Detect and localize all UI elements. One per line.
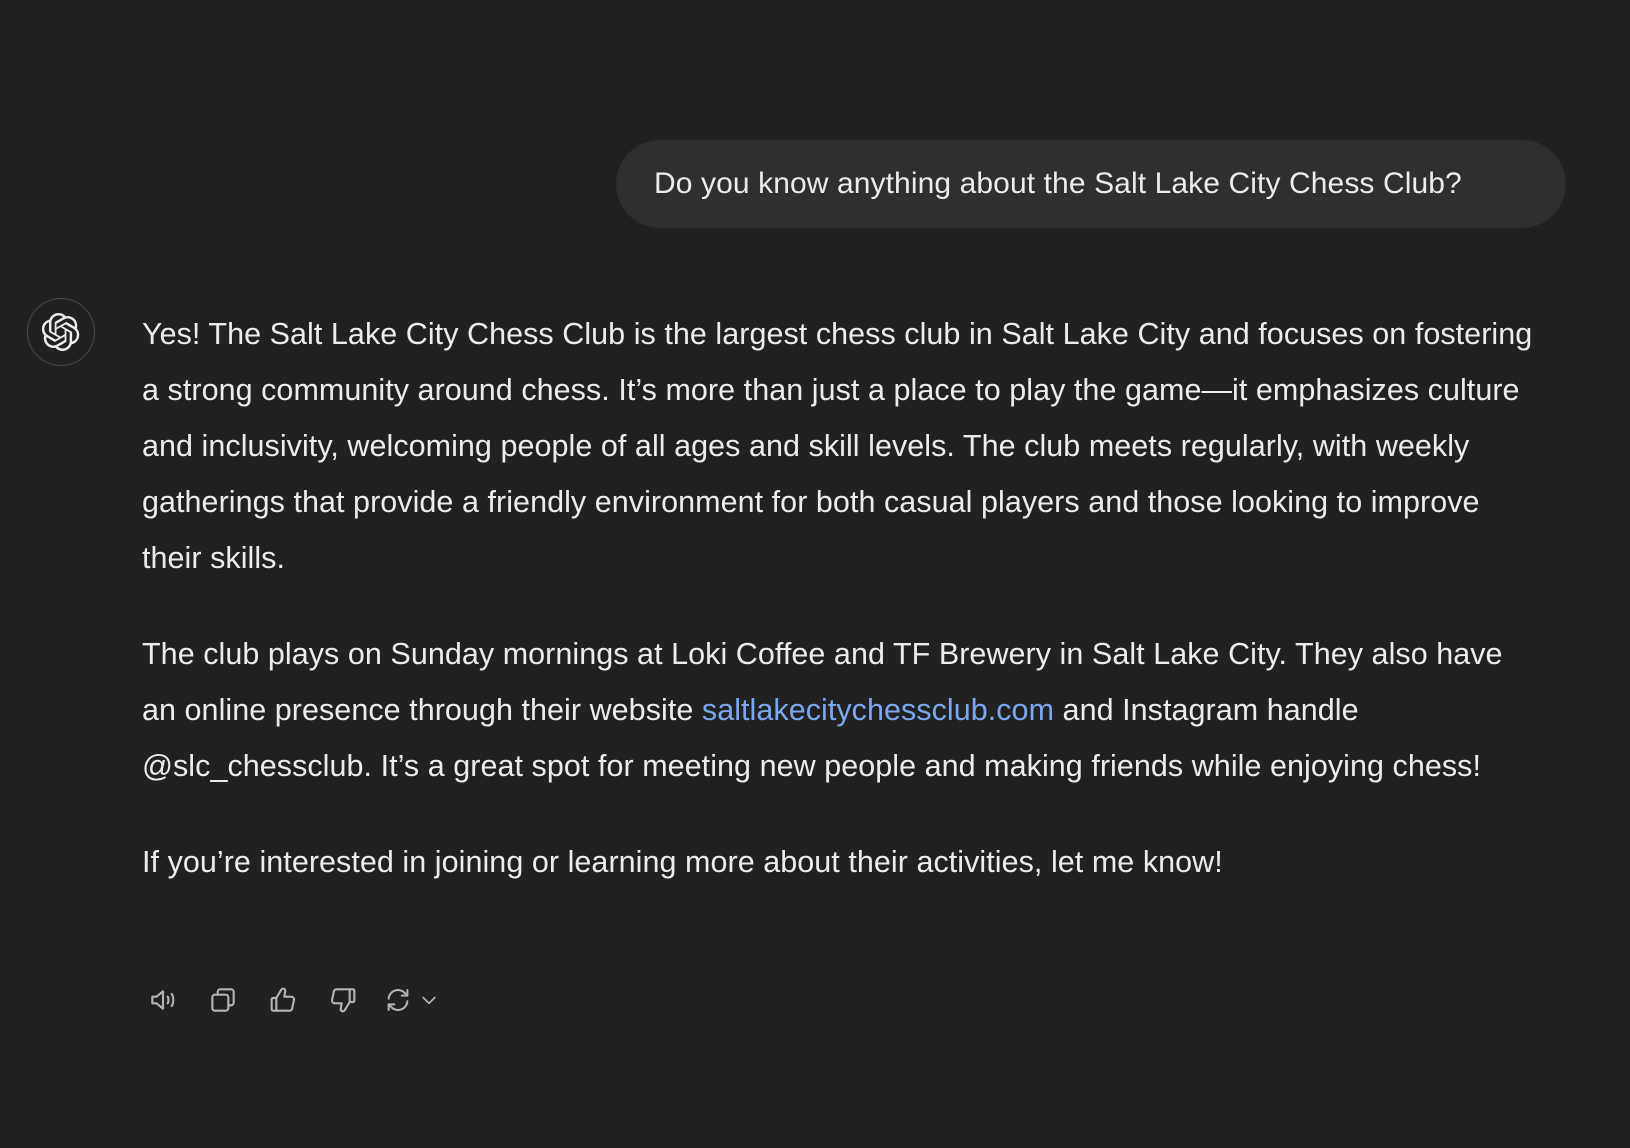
read-aloud-button[interactable] bbox=[143, 980, 183, 1020]
copy-button[interactable] bbox=[203, 980, 243, 1020]
user-message-text: Do you know anything about the Salt Lake… bbox=[654, 167, 1462, 200]
openai-logo-icon bbox=[42, 313, 80, 351]
thumbs-down-icon bbox=[330, 988, 356, 1013]
speaker-icon bbox=[151, 990, 175, 1010]
assistant-paragraph-3: If you’re interested in joining or learn… bbox=[142, 845, 1223, 879]
assistant-avatar bbox=[27, 298, 95, 366]
good-response-button[interactable] bbox=[263, 980, 303, 1020]
copy-icon bbox=[211, 988, 235, 1012]
assistant-paragraph-2: The club plays on Sunday mornings at Lok… bbox=[142, 626, 1542, 794]
chevron-down-icon bbox=[422, 996, 436, 1005]
assistant-message: Yes! The Salt Lake City Chess Club is th… bbox=[142, 306, 1542, 930]
regenerate-icon bbox=[387, 989, 409, 1011]
message-actions bbox=[143, 980, 439, 1020]
user-message-bubble: Do you know anything about the Salt Lake… bbox=[616, 140, 1566, 228]
regenerate-button[interactable] bbox=[383, 985, 439, 1015]
assistant-paragraph-1: Yes! The Salt Lake City Chess Club is th… bbox=[142, 317, 1533, 575]
bad-response-button[interactable] bbox=[323, 980, 363, 1020]
thumbs-up-icon bbox=[270, 987, 296, 1012]
website-link[interactable]: saltlakecitychessclub.com bbox=[702, 693, 1054, 727]
